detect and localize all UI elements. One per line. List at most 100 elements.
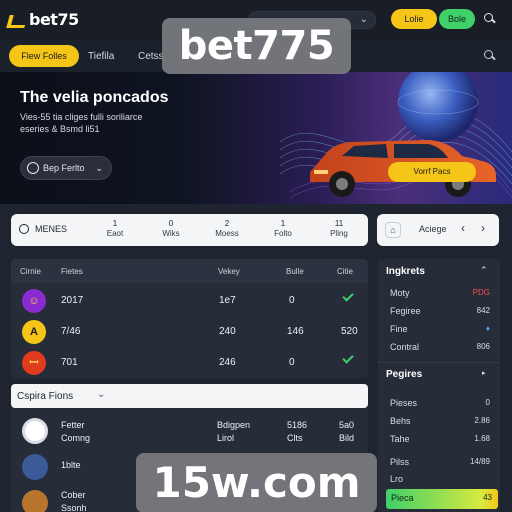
hero-subtitle-line-2: eseries & Bsmd li51 bbox=[20, 124, 100, 134]
category-label: Eaot bbox=[106, 229, 124, 238]
check-icon bbox=[342, 290, 354, 302]
team-logo bbox=[22, 418, 48, 444]
player-avatar bbox=[22, 490, 48, 512]
panel-row[interactable]: Tahe 1.68 bbox=[378, 431, 500, 449]
category-icon: 1 bbox=[280, 219, 286, 228]
category-label: Moess bbox=[215, 229, 239, 238]
category-label: Pling bbox=[330, 229, 348, 238]
section-title: Cspira Fions bbox=[17, 391, 74, 402]
join-button[interactable]: Bole bbox=[439, 9, 475, 29]
panel-row[interactable]: Moty PDG bbox=[378, 285, 500, 303]
panel-row-label: Pilss bbox=[390, 457, 410, 467]
row-value: 520 bbox=[341, 326, 358, 337]
right-panel: Ingkrets ⌃ Moty PDG Fegiree 842 Fine ♦ C… bbox=[378, 259, 500, 512]
category-item[interactable]: 1 Eaot bbox=[91, 219, 139, 238]
tab-2[interactable]: Tiefila bbox=[88, 51, 114, 62]
cell-text: Comng bbox=[61, 433, 91, 443]
login-button[interactable]: Lolie bbox=[391, 9, 437, 29]
panel-row-label: Behs bbox=[390, 416, 411, 426]
table-row[interactable]: ☺ 2017 1e7 0 bbox=[11, 285, 368, 316]
tab-active[interactable]: Flew Folles bbox=[9, 45, 79, 67]
watermark-top: bet775 bbox=[162, 18, 351, 74]
panel-row-value: 0 bbox=[485, 398, 490, 407]
chevron-down-icon: ⌄ bbox=[95, 163, 103, 173]
row-value: 0 bbox=[289, 357, 295, 368]
check-icon bbox=[342, 352, 354, 364]
row-value: 240 bbox=[219, 326, 236, 337]
panel-row-value: 14/89 bbox=[469, 457, 490, 466]
divider bbox=[378, 362, 500, 363]
category-item[interactable]: 2 Moess bbox=[203, 219, 251, 238]
team-badge: ☺ bbox=[22, 289, 46, 313]
highlight-label: Pieca bbox=[391, 493, 414, 503]
highlight-row[interactable]: Pieca 43 bbox=[386, 489, 498, 509]
panel-row[interactable]: Fine ♦ bbox=[378, 321, 500, 339]
panel-row-label: Fine bbox=[390, 324, 408, 334]
panel-row-value: 1.68 bbox=[474, 434, 490, 443]
column-header: Cirnie bbox=[20, 267, 41, 276]
chevron-down-icon: ⌄ bbox=[359, 14, 368, 25]
logo-icon bbox=[8, 12, 26, 28]
team-badge: A bbox=[22, 320, 46, 344]
chevron-right-icon[interactable]: › bbox=[481, 221, 485, 235]
highlight-value: 43 bbox=[483, 493, 492, 502]
row-value: 1e7 bbox=[219, 295, 236, 306]
panel-row-value: 842 bbox=[476, 306, 490, 315]
cell-text: Cober bbox=[61, 490, 86, 500]
search-icon[interactable] bbox=[482, 48, 496, 62]
panel-row-value: PDG bbox=[472, 288, 490, 297]
tab-3[interactable]: Cetss bbox=[138, 51, 164, 62]
panel-row[interactable]: Behs 2.86 bbox=[378, 413, 500, 431]
table-row[interactable]: Fetter Comng Bdigpen Lirol 5186 Clts 5a0… bbox=[11, 412, 368, 448]
hero-button[interactable]: Bep Ferlto ⌄ bbox=[20, 156, 112, 180]
brand-logo[interactable]: bet75 bbox=[8, 10, 79, 29]
cell-text: Bild bbox=[339, 433, 355, 443]
hero-cta-button[interactable]: Vorrf Pacs bbox=[388, 162, 476, 182]
player-avatar bbox=[22, 454, 48, 480]
panel-row[interactable]: Pieses 0 bbox=[378, 395, 500, 413]
chevron-left-icon[interactable]: ‹ bbox=[461, 221, 465, 235]
category-bar: MENES 1 Eaot 0 Wiks 2 Moess 1 Folto 11 P… bbox=[11, 214, 368, 246]
category-icon: 1 bbox=[112, 219, 118, 228]
cell-text: Clts bbox=[287, 433, 303, 443]
panel-row-value: 2.86 bbox=[474, 416, 490, 425]
table-row[interactable]: ꟷ 701 246 0 bbox=[11, 347, 368, 378]
section-header[interactable]: Cspira Fions ⌄ bbox=[11, 384, 368, 408]
category-item[interactable]: 11 Pling bbox=[315, 219, 363, 238]
chevron-up-icon[interactable]: ⌃ bbox=[480, 265, 488, 276]
category-icon: 11 bbox=[334, 219, 344, 228]
chevron-right-icon[interactable]: ▸ bbox=[482, 369, 486, 377]
row-value: 0 bbox=[289, 295, 295, 306]
category-icon: 0 bbox=[168, 219, 174, 228]
menus-button[interactable]: MENES bbox=[19, 224, 67, 234]
category-icon: 2 bbox=[224, 219, 230, 228]
row-year: 2017 bbox=[61, 295, 84, 306]
panel-row[interactable]: Pilss 14/89 bbox=[378, 454, 500, 472]
panel-row-value: 806 bbox=[476, 342, 490, 351]
hero-button-label: Bep Ferlto bbox=[43, 163, 85, 173]
table-row[interactable]: A 7/46 240 146 520 bbox=[11, 316, 368, 347]
category-item[interactable]: 0 Wiks bbox=[147, 219, 195, 238]
panel-row-value: ♦ bbox=[485, 324, 490, 333]
panel-row-label: Lro bbox=[390, 474, 404, 484]
chevron-down-icon[interactable]: ⌄ bbox=[97, 389, 105, 400]
side-tab-bar: ⌂ Aciege ‹ › bbox=[377, 214, 499, 246]
team-badge: ꟷ bbox=[22, 351, 46, 375]
matches-table: Cirnie Fietes Vekey Bulle Citie ☺ 2017 1… bbox=[11, 259, 368, 378]
search-icon[interactable] bbox=[482, 11, 496, 25]
row-value: 146 bbox=[287, 326, 304, 337]
cell-text: 5a0 bbox=[339, 420, 355, 430]
side-tab-label[interactable]: Aciege bbox=[419, 224, 447, 234]
cell-text: 1blte bbox=[61, 460, 81, 470]
home-icon[interactable]: ⌂ bbox=[385, 222, 401, 238]
cell-text: Ssonh bbox=[61, 503, 87, 512]
column-header: Fietes bbox=[61, 267, 83, 276]
row-value: 246 bbox=[219, 357, 236, 368]
panel-row-label: Contral bbox=[390, 342, 420, 352]
panel-row[interactable]: Lro bbox=[378, 471, 500, 489]
panel-row[interactable]: Contral 806 bbox=[378, 339, 500, 357]
logo-text: bet75 bbox=[29, 10, 79, 29]
panel-row[interactable]: Fegiree 842 bbox=[378, 303, 500, 321]
panel-row-label: Pieses bbox=[390, 398, 418, 408]
category-item[interactable]: 1 Folto bbox=[259, 219, 307, 238]
